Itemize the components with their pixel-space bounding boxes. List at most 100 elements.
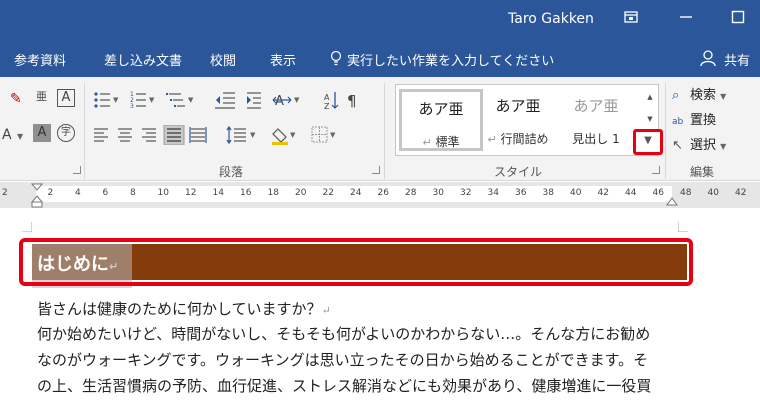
svg-text:▼: ▼	[290, 131, 296, 139]
tell-me-input[interactable]: 実行したい作業を入力してください	[347, 50, 554, 69]
ruler-tick-label: 40	[707, 188, 719, 198]
style-preview: あア亜	[573, 97, 619, 115]
search-icon: ⌕	[672, 88, 680, 103]
line-spacing-icon: ▼	[226, 125, 256, 145]
lightbulb-icon	[330, 50, 342, 66]
share-person-icon[interactable]	[700, 49, 716, 67]
indent-marker-icon[interactable]	[31, 182, 43, 208]
ruler-tick-label: 14	[212, 188, 224, 198]
user-name[interactable]: Taro Gakken	[508, 11, 594, 27]
replace-label: 置換	[690, 113, 717, 128]
ruler-tick-label: 38	[542, 188, 554, 198]
align-left-icon	[94, 128, 108, 142]
find-label: 検索	[690, 88, 717, 103]
font-color-icon[interactable]: A	[2, 126, 12, 144]
select-button[interactable]: ↖ 選択 ▼	[672, 134, 726, 153]
paragraph-shading-icon: ▼	[272, 128, 296, 145]
replace-icon: ab	[672, 117, 684, 127]
ruler-tick-label: 10	[157, 188, 169, 198]
cursor-icon: ↖	[672, 138, 683, 153]
ruler-tick-label: 4	[75, 188, 81, 198]
clear-formatting-icon[interactable]: ✎	[10, 90, 22, 108]
group-label-editing: 編集	[690, 165, 715, 179]
ribbon-display-options-icon[interactable]	[624, 10, 638, 24]
paragraph-line-4[interactable]: の上、生活習慣病の予防、血行促進、ストレス解消などにも効果があり、健康増進に一役…	[37, 375, 651, 396]
svg-text:3: 3	[130, 103, 134, 110]
ruler-tick-label: 48	[680, 188, 692, 198]
tab-view[interactable]: 表示	[270, 50, 296, 69]
bullets-icon	[94, 92, 98, 108]
more-dropdown-icon: ▼	[644, 135, 652, 146]
align-center-icon	[118, 128, 132, 142]
ruler-tick-label: 42	[597, 188, 609, 198]
ruler-tick-label: 6	[102, 188, 109, 198]
svg-text:▼: ▼	[294, 96, 300, 104]
styles-gallery: あア亜 ↵ 標準 あア亜 ↵ 行間詰め あア亜 見出し 1 ▲ ▼	[395, 84, 659, 156]
group-label-styles: スタイル	[494, 165, 543, 179]
style-no-spacing[interactable]: あア亜 ↵ 行間詰め	[476, 89, 560, 151]
svg-text:▼: ▼	[250, 131, 256, 139]
style-normal[interactable]: あア亜 ↵ 標準	[399, 89, 483, 151]
gallery-scroll-down-icon[interactable]: ▼	[643, 109, 657, 129]
select-label: 選択	[690, 138, 717, 153]
svg-text:▼: ▼	[188, 96, 194, 104]
ruler-tick-label: 34	[487, 188, 499, 198]
replace-button[interactable]: ab 置換	[672, 109, 716, 128]
ruler-tick-label: 2	[2, 188, 8, 198]
group-label-paragraph: 段落	[219, 165, 244, 179]
ruler-tick-label: 36	[515, 188, 527, 198]
minimize-icon[interactable]	[679, 10, 693, 24]
ruler-tick-label: 40	[570, 188, 582, 198]
styles-more-button[interactable]: ▼	[633, 129, 663, 155]
find-button[interactable]: ⌕ 検索 ▼	[672, 84, 726, 103]
style-name-label: 見出し 1	[572, 132, 620, 146]
style-preview: あア亜	[418, 100, 464, 118]
paragraph-line-1[interactable]: 皆さんは健康のために何かしていますか？↵	[37, 298, 331, 319]
crop-mark-top-left-icon	[22, 222, 32, 232]
ruler-tick-label: 30	[432, 188, 444, 198]
align-right-icon	[142, 128, 156, 142]
ruler-tick-label: 22	[322, 188, 334, 198]
ruler-tick-label: 26	[377, 188, 389, 198]
ruler-tick-label: 24	[350, 188, 362, 198]
style-heading-1[interactable]: あア亜 見出し 1	[554, 89, 638, 151]
ruler-tick-label: 46	[652, 188, 664, 198]
style-name-label: 行間詰め	[500, 132, 549, 146]
ruler-tick-label: 28	[405, 188, 417, 198]
sort-icon: A Z	[324, 92, 339, 110]
enclose-characters-icon[interactable]: 字	[57, 124, 75, 142]
svg-text:¶: ¶	[347, 92, 357, 110]
maximize-icon[interactable]	[731, 10, 745, 24]
gallery-scroll-up-icon[interactable]: ▲	[643, 87, 657, 107]
list-buttons: ▼ 123 ▼ ▼	[94, 91, 194, 110]
character-border-icon[interactable]: A	[57, 89, 75, 107]
ruler-tick-label: 8	[130, 188, 136, 198]
svg-text:▼: ▼	[330, 131, 336, 139]
right-indent-marker-icon[interactable]	[666, 196, 678, 208]
style-name-label: 標準	[435, 135, 460, 149]
tab-mailings[interactable]: 差し込み文書	[104, 50, 182, 69]
highlight-callout-box	[19, 238, 693, 286]
svg-text:▼: ▼	[113, 96, 119, 104]
font-color-dropdown-icon[interactable]: ▼	[17, 126, 23, 146]
paragraph-dialog-launcher-icon[interactable]	[372, 166, 380, 174]
paragraph-line-2[interactable]: 何か始めたいけど、時間がないし、そもそも何がよいのかわからない…。そんな方にお勧…	[37, 323, 650, 344]
phonetic-guide-icon[interactable]: 亜	[36, 88, 47, 106]
paragraph-line-3[interactable]: なのがウォーキングです。ウォーキングは思い立ったその日から始めることができます。…	[37, 349, 648, 370]
share-button[interactable]: 共有	[724, 50, 750, 69]
styles-dialog-launcher-icon[interactable]	[652, 166, 660, 174]
distributed-icon	[189, 127, 207, 143]
spacing-shading-border-buttons: ▼ ▼ ▼	[226, 125, 336, 145]
tab-review[interactable]: 校閲	[210, 50, 236, 69]
ruler-tick-label: 2	[47, 188, 54, 198]
ruler-tick-label: 20	[295, 188, 307, 198]
font-dialog-launcher-icon[interactable]	[73, 166, 81, 174]
character-shading-icon[interactable]: A	[33, 124, 51, 142]
borders-icon: ▼	[311, 126, 336, 143]
tab-references[interactable]: 参考資料	[14, 50, 66, 69]
show-hide-marks-icon: ¶	[347, 92, 357, 110]
svg-text:A: A	[275, 94, 284, 109]
ruler-tick-label: 32	[460, 188, 472, 198]
line-text: 皆さんは健康のために何かしていますか？	[37, 300, 322, 318]
ruler-tick-label: 42	[735, 188, 747, 198]
